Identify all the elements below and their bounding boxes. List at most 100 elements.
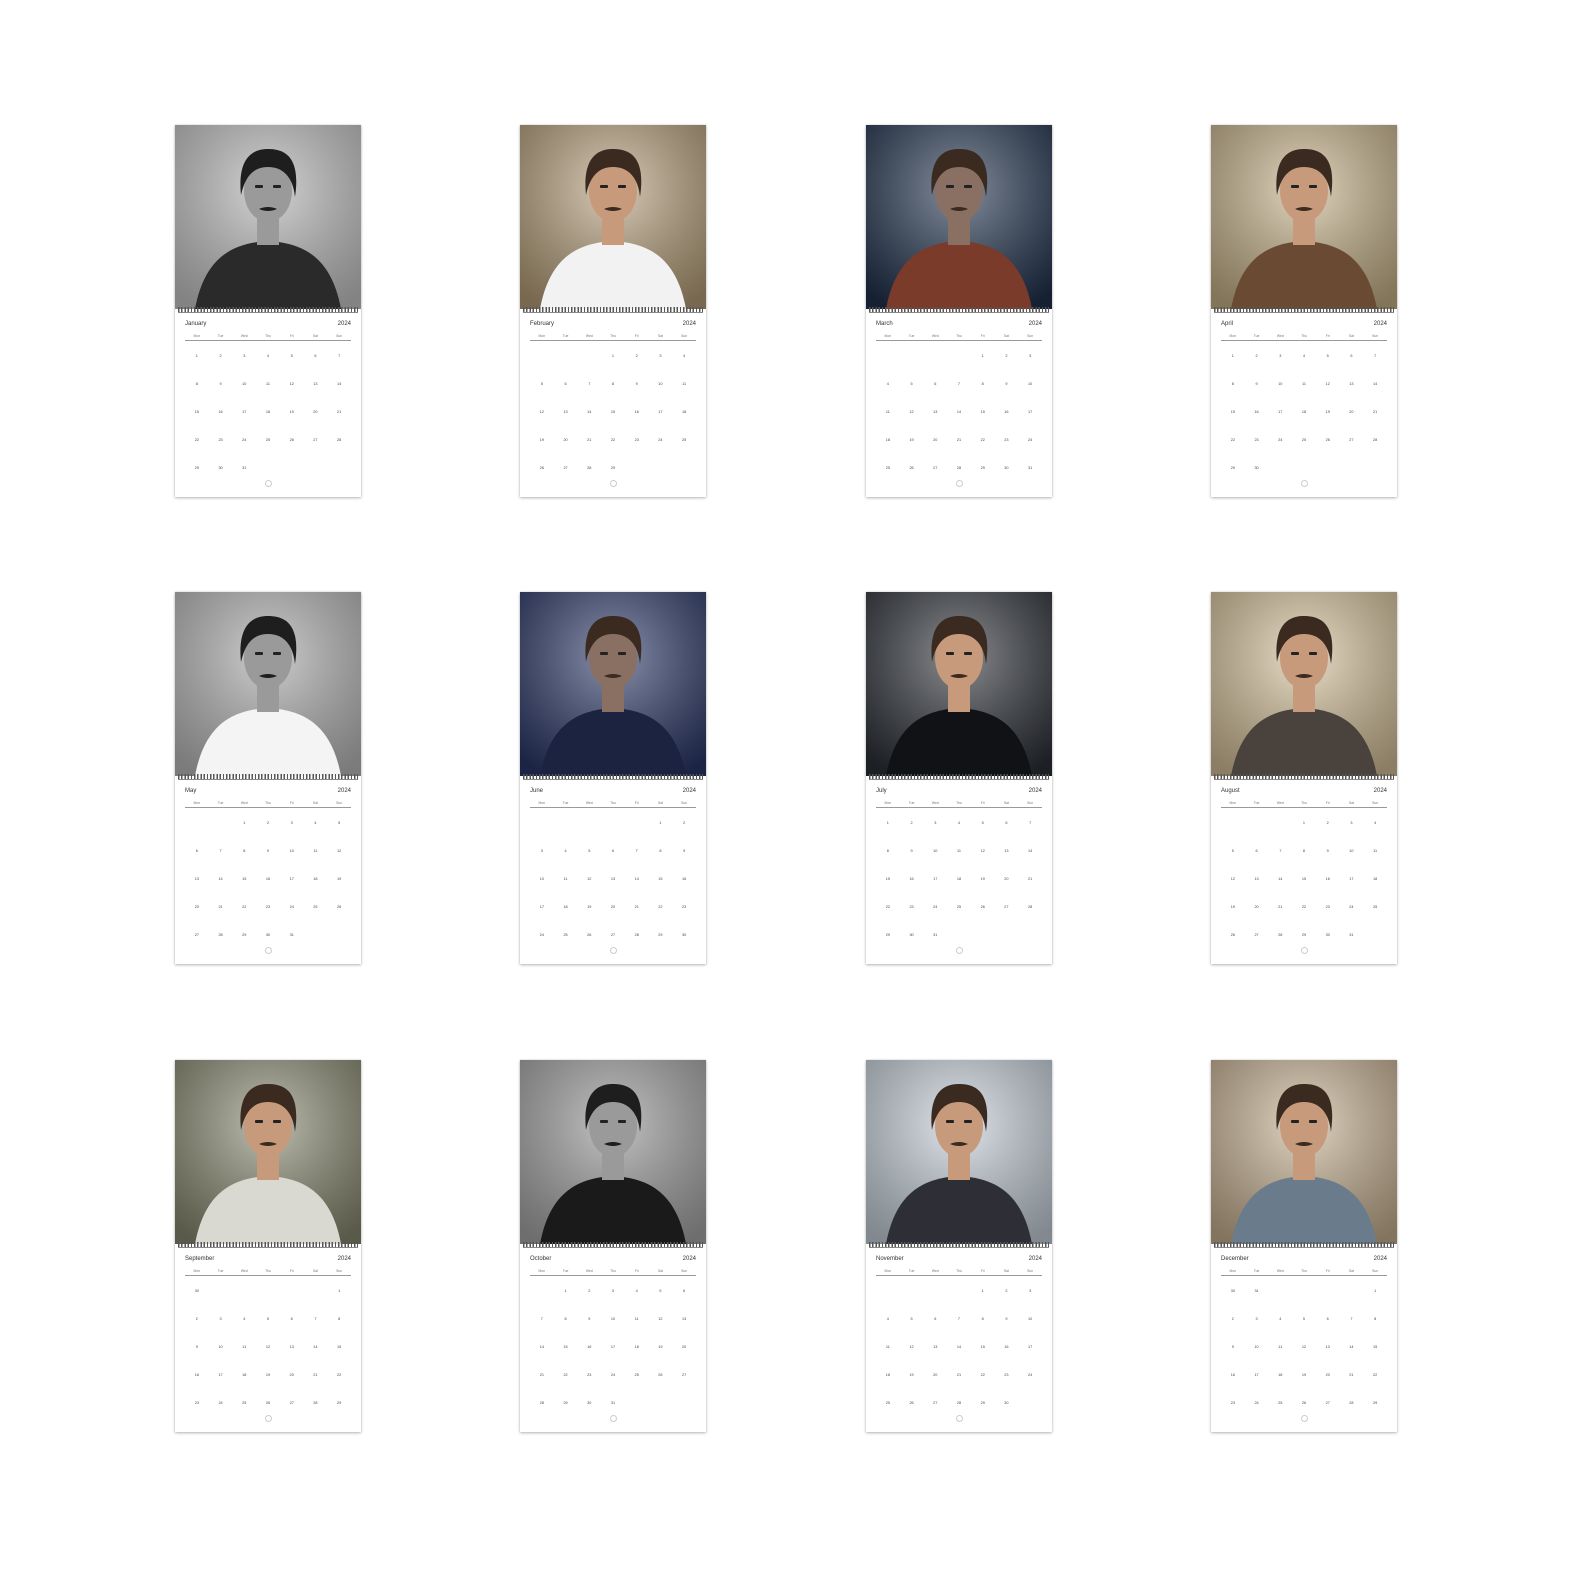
day-cell: 16	[909, 877, 914, 881]
day-cell: 14	[1373, 382, 1378, 386]
day-cell: 1	[564, 1289, 567, 1293]
day-cell: 7	[338, 354, 341, 358]
day-cell: 21	[587, 438, 592, 442]
month-grid-page: April 2024 Mon Tue Wed Thu Fri Sat Sun 1 2 3 4 5 6 7 8 9 1…	[1211, 315, 1397, 497]
day-cell: 3	[243, 354, 246, 358]
day-cell	[1018, 1396, 1042, 1424]
day-cell: 15	[563, 1345, 568, 1349]
week-row: 1 2 3 4 5 6	[530, 1284, 696, 1312]
weekday-label: Tue	[217, 334, 224, 338]
day-cell: 13	[289, 1345, 294, 1349]
day-cell: 18	[1373, 877, 1378, 881]
day-cell	[995, 928, 1019, 956]
day-cell	[554, 349, 578, 377]
calendar-page-may: May 2024 Mon Tue Wed Thu Fri Sat Sun 1 2 3 4 5 6 7 8 9 10 1…	[175, 592, 361, 964]
day-cell: 19	[289, 410, 294, 414]
day-cell: 3	[1255, 1317, 1258, 1321]
month-name: March	[876, 321, 893, 327]
weekday-label: Mon	[193, 334, 201, 338]
day-cell: 11	[1278, 1345, 1283, 1349]
day-cell: 28	[1373, 438, 1378, 442]
day-cell: 4	[886, 382, 889, 386]
day-cell	[947, 349, 971, 377]
year-label: 2024	[337, 1256, 351, 1262]
day-cell: 31	[1349, 933, 1354, 937]
day-cell	[876, 1284, 900, 1312]
day-cell	[971, 928, 995, 956]
day-cell: 24	[933, 905, 938, 909]
day-cell: 20	[1004, 877, 1009, 881]
week-row: 16 17 18 19 20 21 22	[185, 1368, 351, 1396]
week-row: 15 16 17 18 19 20 21	[876, 872, 1042, 900]
weekday-header-row: Mon Tue Wed Thu Fri Sat Sun	[185, 1268, 351, 1276]
day-cell: 10	[242, 382, 247, 386]
day-cell: 30	[194, 1289, 199, 1293]
day-cell	[327, 928, 351, 956]
weekday-label: Tue	[217, 801, 224, 805]
year-label: 2024	[337, 321, 351, 327]
day-cell: 24	[539, 933, 544, 937]
portrait-photo	[175, 1060, 361, 1244]
day-cell: 22	[1301, 905, 1307, 909]
week-row: 1 2 3 4	[530, 349, 696, 377]
day-cell: 5	[1326, 354, 1329, 358]
day-cell: 30	[1254, 466, 1259, 470]
day-cell: 19	[909, 438, 914, 442]
day-cell: 7	[540, 1317, 543, 1321]
day-cell: 2	[1005, 1289, 1008, 1293]
day-cell: 5	[266, 1317, 270, 1321]
year-label: 2024	[1028, 788, 1042, 794]
calendar-page-december: December 2024 Mon Tue Wed Thu Fri Sat Sun 30 31 1 2 3…	[1211, 1060, 1397, 1432]
day-cell: 29	[980, 466, 985, 470]
week-row: 1 2 3	[876, 1284, 1042, 1312]
weekday-label: Tue	[1253, 334, 1260, 338]
week-row: 8 9 10 11 12 13 14	[1221, 377, 1387, 405]
day-cell	[280, 1284, 304, 1312]
day-cell: 9	[910, 849, 913, 853]
day-cell: 20	[1349, 410, 1354, 414]
day-cell: 15	[885, 877, 890, 881]
photo-area	[1211, 125, 1397, 309]
day-cell: 23	[194, 1401, 199, 1405]
portrait-photo	[1211, 592, 1397, 776]
day-cell: 3	[1350, 821, 1353, 825]
day-cell: 21	[1349, 1373, 1354, 1377]
day-cell: 8	[195, 382, 198, 386]
day-cell: 2	[1255, 354, 1258, 358]
weekday-label: Wed	[585, 1269, 593, 1273]
weekday-label: Sat	[1003, 334, 1009, 338]
day-cell: 3	[1029, 354, 1032, 358]
day-cell: 3	[934, 821, 937, 825]
weekday-label: Fri	[1325, 801, 1330, 805]
day-cell: 16	[682, 877, 687, 881]
weekday-label: Wed	[1276, 334, 1284, 338]
month-header: February 2024	[530, 319, 696, 329]
weeks: 1 2 3 4 5 6 7 8 9 10 11 12 13 14 15 16 17 18 19 20 21 22 23 24 2…	[876, 349, 1042, 489]
day-cell: 2	[1326, 821, 1329, 825]
calendar-page-july: July 2024 Mon Tue Wed Thu Fri Sat Sun 1 2 3 4 5 6 7 8 9 10…	[866, 592, 1052, 964]
day-cell: 12	[1301, 1345, 1307, 1349]
month-grid-page: October 2024 Mon Tue Wed Thu Fri Sat Sun 1 2 3 4 5 6 7 8…	[520, 1250, 706, 1432]
day-cell: 27	[313, 438, 318, 442]
day-cell: 18	[885, 438, 890, 442]
day-cell: 26	[980, 905, 985, 909]
day-cell: 5	[1302, 1317, 1306, 1321]
day-cell: 29	[563, 1401, 568, 1405]
page-dot	[956, 947, 963, 954]
day-cell: 25	[563, 933, 568, 937]
day-cell	[672, 1396, 696, 1424]
weekday-label: Sat	[1003, 801, 1009, 805]
weeks: 30 1 2 3 4 5 6 7 8 9 10 11 12 13 14 15 16 17 18 19 20 21 22 23 2…	[185, 1284, 351, 1424]
weeks: 1 2 3 4 5 6 7 8 9 10 11 12 13 14 15 16 17 18 19 20 21 22 23 24 2…	[1221, 349, 1387, 489]
day-cell: 25	[634, 1373, 639, 1377]
day-cell: 1	[611, 354, 615, 358]
day-cell: 5	[659, 1289, 662, 1293]
day-cell: 14	[539, 1345, 544, 1349]
day-cell: 19	[539, 438, 544, 442]
page-dot	[265, 947, 272, 954]
day-cell: 17	[218, 1373, 223, 1377]
month-name: April	[1221, 321, 1234, 327]
day-cell: 29	[337, 1401, 342, 1405]
photo-area	[520, 1060, 706, 1244]
day-cell: 5	[338, 821, 341, 825]
